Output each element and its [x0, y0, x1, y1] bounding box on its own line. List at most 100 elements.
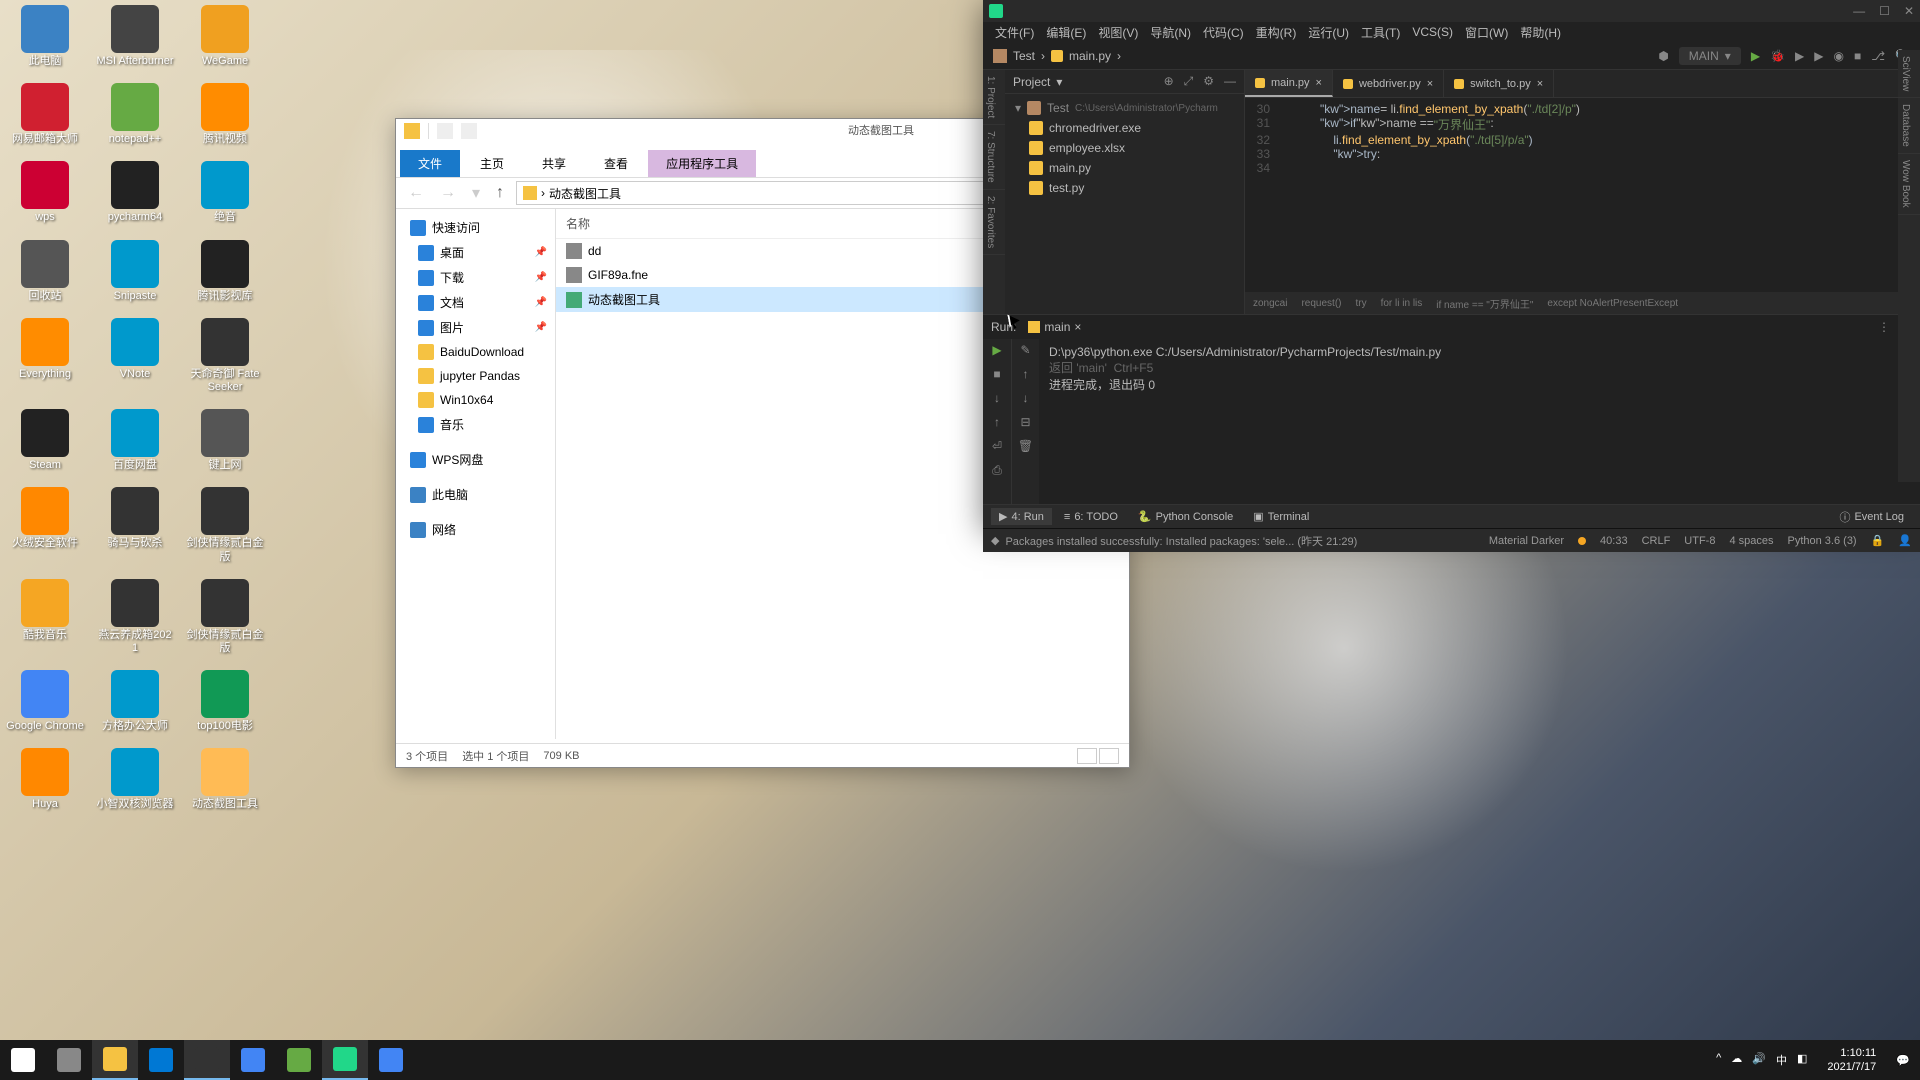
- profile-icon[interactable]: ▶: [1814, 49, 1823, 63]
- nav-item[interactable]: 图片📌: [396, 315, 555, 340]
- menu-item[interactable]: 视图(V): [1094, 24, 1142, 41]
- editor-tab[interactable]: main.py×: [1245, 70, 1333, 97]
- nav-item[interactable]: 文档📌: [396, 290, 555, 315]
- nav-wps[interactable]: WPS网盘: [396, 447, 555, 472]
- tool-tab[interactable]: Wow Book: [1898, 154, 1920, 215]
- down-icon[interactable]: ↓: [994, 391, 1000, 405]
- run-icon[interactable]: ▶: [1751, 49, 1760, 63]
- down-icon[interactable]: ↓: [1023, 391, 1029, 405]
- tree-file[interactable]: main.py: [1011, 158, 1238, 178]
- desktop-icon[interactable]: wps: [5, 161, 85, 224]
- attach-icon[interactable]: ◉: [1833, 49, 1843, 63]
- taskbar-task-view[interactable]: [46, 1040, 92, 1080]
- tool-tab[interactable]: 2: Favorites: [983, 190, 1005, 255]
- desktop-icon[interactable]: top100电影: [185, 670, 265, 733]
- menu-item[interactable]: 代码(C): [1199, 24, 1248, 41]
- desktop-icon[interactable]: 百度网盘: [95, 409, 175, 472]
- chevron-down-icon[interactable]: ▾: [1056, 75, 1062, 89]
- inspect-icon[interactable]: 👤: [1898, 534, 1912, 547]
- ribbon-tab[interactable]: 主页: [462, 150, 522, 177]
- menu-item[interactable]: VCS(S): [1408, 25, 1457, 39]
- nav-network[interactable]: 网络: [396, 517, 555, 542]
- taskbar-edge[interactable]: [138, 1040, 184, 1080]
- nav-file[interactable]: main.py: [1069, 49, 1111, 63]
- pycharm-window[interactable]: — ☐ ✕ 文件(F)编辑(E)视图(V)导航(N)代码(C)重构(R)运行(U…: [983, 0, 1920, 530]
- up-icon[interactable]: ↑: [1023, 367, 1029, 381]
- tray-icon[interactable]: 中: [1776, 1052, 1787, 1068]
- breadcrumb-item[interactable]: try: [1355, 298, 1366, 309]
- taskbar-terminal[interactable]: [184, 1040, 230, 1080]
- view-details-icon[interactable]: [1077, 748, 1097, 764]
- indent[interactable]: 4 spaces: [1729, 535, 1773, 547]
- terminal-tool-button[interactable]: ▣Terminal: [1245, 508, 1317, 525]
- tray-icon[interactable]: 🔊: [1752, 1052, 1766, 1068]
- taskbar-clock[interactable]: 1:10:11 2021/7/17: [1819, 1046, 1884, 1075]
- desktop-icon[interactable]: 酷我音乐: [5, 579, 85, 655]
- desktop-icon[interactable]: Everything: [5, 318, 85, 394]
- run-tool-button[interactable]: ▶4: Run: [991, 508, 1052, 525]
- desktop-icon[interactable]: 此电脑: [5, 5, 85, 68]
- cursor-position[interactable]: 40:33: [1600, 535, 1628, 547]
- print-icon[interactable]: ⎙: [992, 463, 1002, 478]
- nav-item[interactable]: 音乐: [396, 412, 555, 437]
- rerun-icon[interactable]: ▶: [992, 343, 1001, 357]
- edit-icon[interactable]: ✎: [1020, 343, 1030, 357]
- stop-icon[interactable]: ■: [1854, 49, 1861, 63]
- tray-icon[interactable]: ^: [1716, 1052, 1721, 1068]
- desktop-icon[interactable]: Google Chrome: [5, 670, 85, 733]
- breadcrumb-item[interactable]: except NoAlertPresentExcept: [1547, 298, 1678, 309]
- breadcrumb-item[interactable]: request(): [1301, 298, 1341, 309]
- desktop-icon[interactable]: MSI Afterburner: [95, 5, 175, 68]
- event-log-button[interactable]: ⓘEvent Log: [1831, 507, 1912, 527]
- lock-icon[interactable]: 🔒: [1871, 534, 1885, 547]
- menu-item[interactable]: 重构(R): [1252, 24, 1301, 41]
- desktop-icon[interactable]: 键上网: [185, 409, 265, 472]
- menu-item[interactable]: 导航(N): [1146, 24, 1195, 41]
- desktop-icon[interactable]: 绝音: [185, 161, 265, 224]
- desktop-icon[interactable]: 骑马与砍杀: [95, 487, 175, 563]
- settings-icon[interactable]: ⚙: [1203, 74, 1214, 89]
- desktop-icon[interactable]: VNote: [95, 318, 175, 394]
- desktop-icon[interactable]: 腾讯影视库: [185, 240, 265, 303]
- desktop-icon[interactable]: Steam: [5, 409, 85, 472]
- build-icon[interactable]: ⬢: [1658, 49, 1668, 63]
- more-icon[interactable]: ⋮: [1878, 320, 1890, 334]
- tree-file[interactable]: employee.xlsx: [1011, 138, 1238, 158]
- close-button[interactable]: ✕: [1904, 4, 1914, 18]
- close-icon[interactable]: ×: [1316, 77, 1322, 89]
- breadcrumb-item[interactable]: 动态截图工具: [549, 185, 621, 202]
- maximize-button[interactable]: ☐: [1879, 4, 1890, 18]
- tool-tab[interactable]: Database: [1898, 98, 1920, 154]
- tray-icon[interactable]: ◧: [1797, 1052, 1807, 1068]
- nav-item[interactable]: 下载📌: [396, 265, 555, 290]
- taskbar-pycharm[interactable]: [322, 1040, 368, 1080]
- up-icon[interactable]: ↑: [994, 415, 1000, 429]
- tree-root[interactable]: ▾ Test C:\Users\Administrator\Pycharm: [1011, 98, 1238, 118]
- nav-quick-access[interactable]: 快速访问: [396, 215, 555, 240]
- nav-item[interactable]: jupyter Pandas: [396, 364, 555, 388]
- run-tab[interactable]: main ×: [1020, 318, 1089, 336]
- menu-item[interactable]: 帮助(H): [1516, 24, 1565, 41]
- git-icon[interactable]: ⎇: [1871, 49, 1885, 63]
- encoding[interactable]: UTF-8: [1684, 535, 1715, 547]
- debug-icon[interactable]: 🐞: [1770, 49, 1785, 63]
- tray-icon[interactable]: ☁: [1731, 1052, 1742, 1068]
- ide-titlebar[interactable]: — ☐ ✕: [983, 0, 1920, 22]
- desktop-icon[interactable]: 天命奇御 Fate Seeker: [185, 318, 265, 394]
- editor-tab[interactable]: switch_to.py×: [1444, 70, 1554, 97]
- taskbar-chrome2[interactable]: [368, 1040, 414, 1080]
- breadcrumb-item[interactable]: if name == "万界仙王": [1436, 296, 1533, 311]
- qat-props-icon[interactable]: [437, 123, 453, 139]
- desktop-icon[interactable]: Huya: [5, 748, 85, 811]
- menu-item[interactable]: 工具(T): [1357, 24, 1404, 41]
- taskbar-notepad[interactable]: [276, 1040, 322, 1080]
- menu-item[interactable]: 编辑(E): [1042, 24, 1090, 41]
- up-button[interactable]: ↑: [492, 184, 508, 202]
- breadcrumb-item[interactable]: zongcai: [1253, 298, 1287, 309]
- todo-tool-button[interactable]: ≡6: TODO: [1056, 509, 1126, 525]
- run-output[interactable]: D:\py36\python.exe C:/Users/Administrato…: [1039, 339, 1920, 504]
- desktop-icon[interactable]: 小智双核浏览器: [95, 748, 175, 811]
- desktop-icon[interactable]: 剑侠情缘贰白金版: [185, 579, 265, 655]
- trash-icon[interactable]: 🗑: [1018, 439, 1033, 453]
- nav-this-pc[interactable]: 此电脑: [396, 482, 555, 507]
